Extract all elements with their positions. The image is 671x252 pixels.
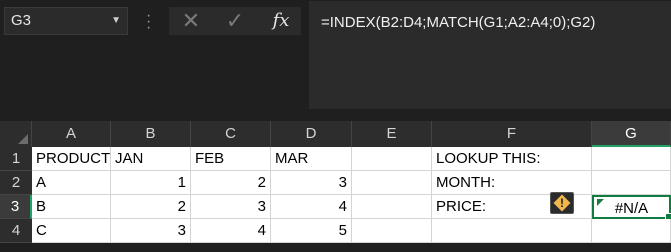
cell-e4[interactable] — [352, 219, 432, 243]
column-header-g[interactable]: G — [592, 121, 671, 147]
name-box[interactable]: G3 ▼ — [4, 7, 128, 35]
select-all-corner[interactable] — [0, 121, 32, 147]
name-box-value: G3 — [11, 12, 32, 29]
cell-a2[interactable]: A — [32, 171, 111, 195]
column-header-c[interactable]: C — [191, 121, 271, 147]
drag-handle-icon[interactable]: · · · — [146, 8, 151, 36]
row-header-2[interactable]: 2 — [0, 171, 32, 195]
cell-g3[interactable]: #N/A — [592, 195, 671, 221]
insert-function-button[interactable]: fx — [261, 7, 301, 35]
cell-e2[interactable] — [352, 171, 432, 195]
cell-c2[interactable]: 2 — [191, 171, 271, 195]
cell-c1[interactable]: FEB — [191, 147, 271, 171]
cell-g1[interactable] — [592, 147, 671, 171]
cell-f4[interactable] — [432, 219, 592, 243]
row-header-4[interactable]: 4 — [0, 219, 32, 243]
formula-buttons: ✕ ✓ fx — [169, 7, 301, 35]
column-header-a[interactable]: A — [32, 121, 111, 147]
cell-f1[interactable]: LOOKUP THIS: — [432, 147, 592, 171]
row-header-1[interactable]: 1 — [0, 147, 32, 171]
formula-input[interactable]: =INDEX(B2:D4;MATCH(G1;A2:A4;0);G2) — [309, 1, 671, 109]
formula-text: =INDEX(B2:D4;MATCH(G1;A2:A4;0);G2) — [321, 14, 596, 31]
cell-a4[interactable]: C — [32, 219, 111, 243]
cell-g3-value: #N/A — [614, 200, 649, 217]
cell-c4[interactable]: 4 — [191, 219, 271, 243]
chevron-down-icon[interactable]: ▼ — [111, 8, 121, 34]
cell-e3[interactable] — [352, 195, 432, 219]
cell-a3[interactable]: B — [32, 195, 111, 219]
cell-d2[interactable]: 3 — [271, 171, 352, 195]
cell-g2[interactable] — [592, 171, 671, 195]
cell-b2[interactable]: 1 — [111, 171, 191, 195]
cell-a1[interactable]: PRODUCT — [32, 147, 111, 171]
column-header-e[interactable]: E — [352, 121, 432, 147]
cell-b4[interactable]: 3 — [111, 219, 191, 243]
column-header-d[interactable]: D — [271, 121, 352, 147]
cell-e1[interactable] — [352, 147, 432, 171]
cancel-x-icon[interactable]: ✕ — [171, 7, 211, 35]
enter-check-icon[interactable]: ✓ — [215, 7, 255, 35]
cell-d1[interactable]: MAR — [271, 147, 352, 171]
cell-b3[interactable]: 2 — [111, 195, 191, 219]
column-header-b[interactable]: B — [111, 121, 191, 147]
formula-bar: G3 ▼ · · · ✕ ✓ fx =INDEX(B2:D4;MATCH(G1;A2… — [0, 0, 671, 120]
cell-g4[interactable] — [592, 219, 671, 243]
cell-c3[interactable]: 3 — [191, 195, 271, 219]
cell-d4[interactable]: 5 — [271, 219, 352, 243]
cell-d3[interactable]: 4 — [271, 195, 352, 219]
row-header-3[interactable]: 3 — [0, 195, 32, 219]
error-warning-icon[interactable]: ! — [550, 192, 574, 214]
exclamation-icon: ! — [560, 196, 564, 210]
select-all-icon — [18, 134, 28, 144]
column-header-f[interactable]: F — [432, 121, 592, 147]
cell-b1[interactable]: JAN — [111, 147, 191, 171]
error-indicator-icon — [597, 199, 604, 206]
